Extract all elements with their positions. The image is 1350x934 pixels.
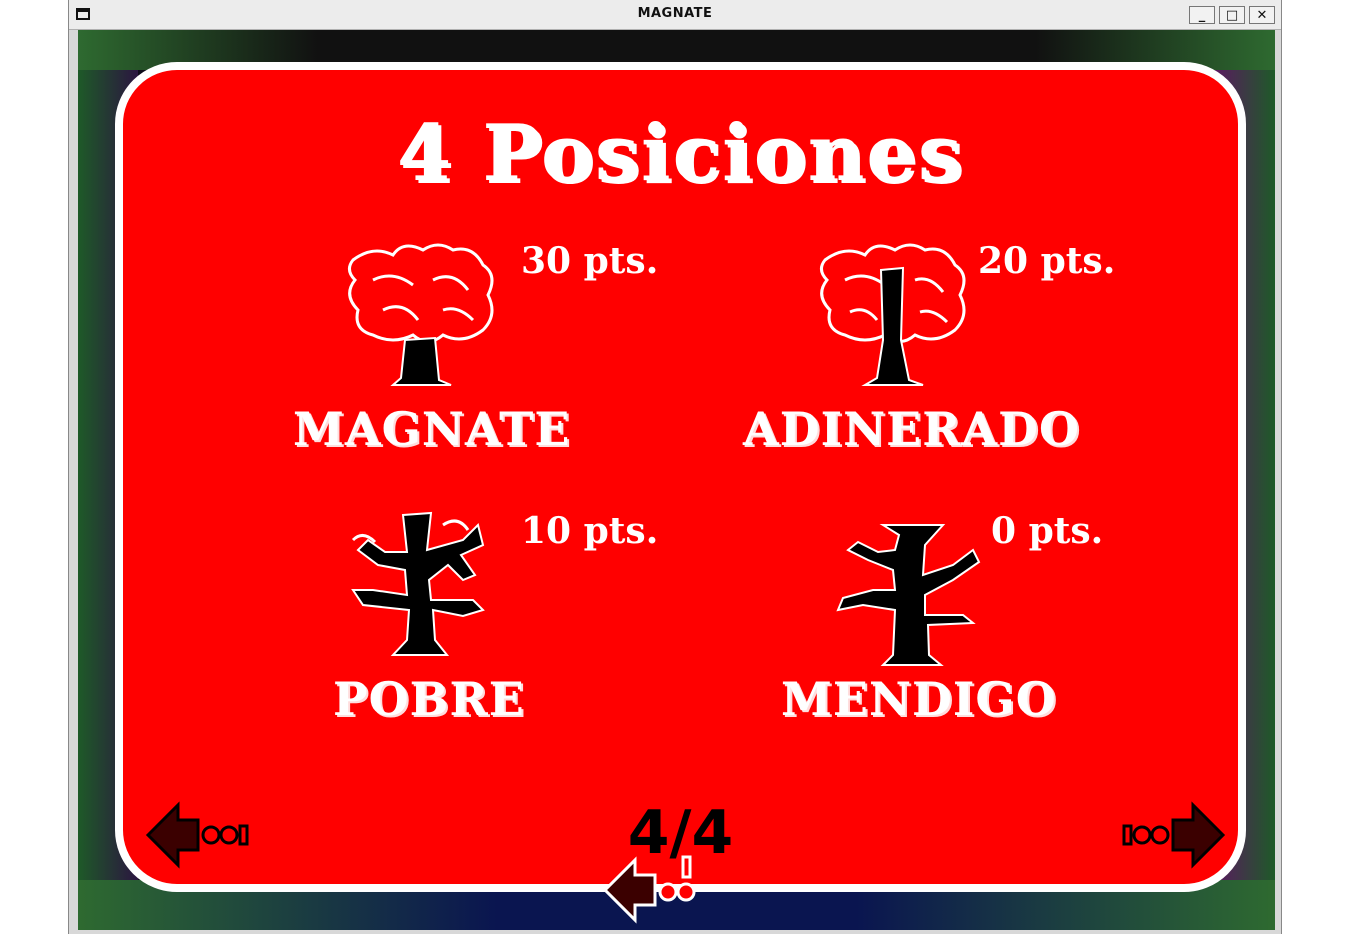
half-leafy-tree-icon (820, 243, 966, 386)
close-icon: ✕ (1256, 7, 1268, 23)
game-canvas: 4 Posiciones 30 pts. MAGNATE 20 pts. ADI… (78, 30, 1275, 930)
points-mendigo: 0 pts. (991, 510, 1104, 552)
minimize-icon: _ (1198, 7, 1206, 23)
bare-branch-tree-icon (351, 511, 485, 656)
points-pobre: 10 pts. (521, 510, 659, 552)
points-magnate: 30 pts. (521, 240, 659, 282)
leafy-tree-icon (348, 243, 494, 386)
position-magnate: 30 pts. MAGNATE (293, 240, 733, 470)
maximize-button[interactable]: □ (1219, 6, 1245, 24)
position-pobre: 10 pts. POBRE (333, 510, 773, 740)
window-title: MAGNATE (637, 6, 713, 21)
dead-tree-icon (836, 524, 981, 666)
screen-title: 4 Posiciones (397, 108, 964, 199)
label-magnate: MAGNATE (293, 402, 571, 456)
label-adinerado: ADINERADO (743, 402, 1081, 456)
points-adinerado: 20 pts. (978, 240, 1116, 282)
game-window: MAGNATE _ □ ✕ 4 Posiciones 30 pts. MAGNA… (68, 0, 1282, 934)
back-arrow-icon[interactable] (600, 855, 710, 925)
info-panel: 4 Posiciones 30 pts. MAGNATE 20 pts. ADI… (115, 62, 1246, 892)
previous-arrow-icon[interactable] (143, 800, 253, 870)
position-mendigo: 0 pts. MENDIGO (781, 510, 1221, 740)
maximize-icon: □ (1225, 7, 1239, 23)
minimize-button[interactable]: _ (1189, 6, 1215, 24)
label-mendigo: MENDIGO (781, 672, 1057, 726)
label-pobre: POBRE (333, 672, 525, 726)
title-bar[interactable]: MAGNATE _ □ ✕ (69, 0, 1281, 30)
position-adinerado: 20 pts. ADINERADO (743, 240, 1183, 470)
close-button[interactable]: ✕ (1249, 6, 1275, 24)
next-arrow-icon[interactable] (1118, 800, 1228, 870)
